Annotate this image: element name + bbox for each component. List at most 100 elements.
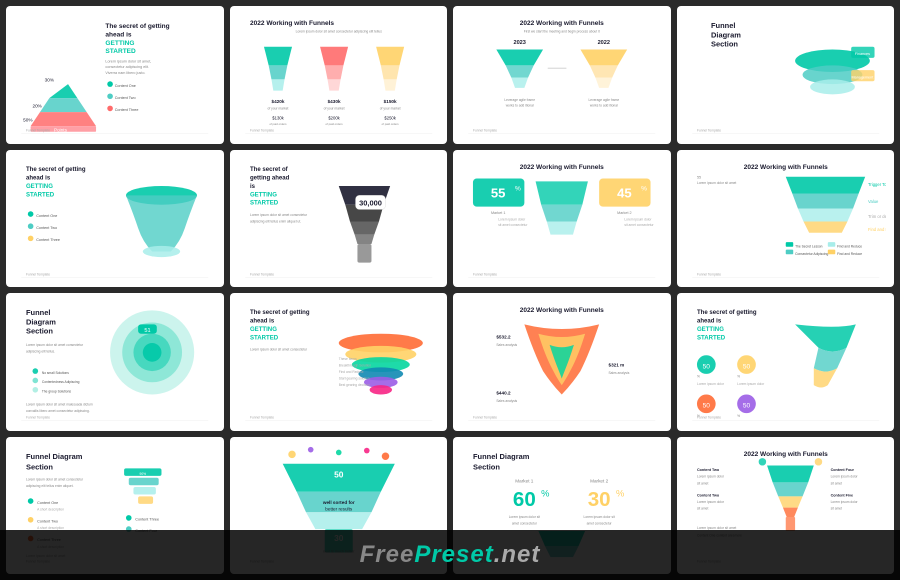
svg-text:Funnel: Funnel — [26, 308, 50, 317]
svg-text:Finances: Finances — [854, 52, 869, 56]
svg-text:Funnel Template: Funnel Template — [249, 129, 273, 133]
svg-text:These Items: These Items — [338, 357, 356, 361]
svg-text:%: % — [696, 375, 699, 379]
svg-text:30: 30 — [588, 487, 611, 510]
svg-text:Funnel Template: Funnel Template — [696, 416, 720, 420]
svg-text:Content Two: Content Two — [115, 96, 136, 100]
svg-text:Breakthrough Solution: Breakthrough Solution — [338, 363, 370, 367]
svg-text:The secret of getting: The secret of getting — [249, 310, 309, 316]
svg-text:Find and Reduse: Find and Reduse — [338, 370, 363, 374]
svg-text:Lorem ipsum dolor sit: Lorem ipsum dolor sit — [509, 514, 540, 518]
svg-text:Content Three: Content Three — [36, 238, 60, 242]
svg-text:The secret of: The secret of — [249, 167, 288, 173]
svg-text:$532.2: $532.2 — [496, 334, 511, 339]
svg-text:sit amet: sit amet — [830, 506, 842, 510]
svg-text:Market 1: Market 1 — [515, 478, 534, 483]
slide-3: 2022 Working with Funnels First we start… — [453, 6, 671, 144]
svg-text:$200k: $200k — [328, 116, 340, 121]
svg-text:of your market: of your market — [323, 106, 344, 110]
svg-text:Funnel Template: Funnel Template — [473, 272, 497, 276]
svg-text:20%: 20% — [33, 103, 42, 108]
svg-text:%: % — [641, 185, 647, 192]
svg-text:Funnel Template: Funnel Template — [26, 416, 50, 420]
svg-text:Content Two: Content Two — [36, 226, 57, 230]
svg-text:Contentedness Adipiscing: Contentedness Adipiscing — [42, 380, 80, 384]
svg-text:55: 55 — [491, 185, 506, 200]
svg-text:%: % — [737, 375, 740, 379]
svg-text:Content Three: Content Three — [115, 108, 139, 112]
svg-text:$430k: $430k — [327, 99, 340, 104]
svg-text:amet consectetur: amet consectetur — [587, 521, 613, 525]
svg-text:STARTED: STARTED — [249, 335, 278, 341]
svg-text:%: % — [541, 488, 549, 498]
svg-text:Funnel Diagram: Funnel Diagram — [26, 452, 83, 461]
svg-text:2022 Working with Funnels: 2022 Working with Funnels — [520, 164, 604, 171]
svg-text:%: % — [616, 488, 624, 498]
svg-text:50: 50 — [742, 363, 750, 370]
svg-text:GETTING: GETTING — [26, 183, 53, 189]
svg-text:$420k: $420k — [271, 99, 284, 104]
svg-text:60: 60 — [513, 487, 536, 510]
svg-text:Find and Reduce: Find and Reduce — [837, 244, 862, 248]
svg-text:Lorem ipsum dolor: Lorem ipsum dolor — [696, 382, 724, 386]
svg-text:Management: Management — [851, 75, 873, 79]
svg-text:Section: Section — [473, 462, 500, 471]
slide-8: 2022 Working with Funnels 55 Lorem ipsum… — [677, 150, 895, 288]
svg-text:Start gearing solution: Start gearing solution — [338, 377, 369, 381]
svg-text:Funnel Template: Funnel Template — [26, 129, 50, 133]
svg-text:STARTED: STARTED — [105, 48, 136, 55]
svg-text:The group Solutions: The group Solutions — [42, 390, 72, 394]
svg-text:Diagram: Diagram — [710, 30, 740, 39]
svg-text:45: 45 — [617, 185, 632, 200]
svg-text:Lorem ipsum dolor: Lorem ipsum dolor — [498, 217, 526, 221]
svg-text:Lorem ipsum dolor sit amet,: Lorem ipsum dolor sit amet, — [105, 60, 151, 64]
svg-text:Find and Reduce: Find and Reduce — [837, 252, 862, 256]
svg-text:$321 m: $321 m — [608, 362, 624, 367]
svg-text:The secret of getting: The secret of getting — [26, 167, 86, 173]
svg-text:Market 1: Market 1 — [491, 211, 505, 215]
svg-text:Lorem ipsum dolor sit amet con: Lorem ipsum dolor sit amet consectetur — [249, 212, 307, 216]
svg-text:Viverra nam libero justo.: Viverra nam libero justo. — [105, 71, 145, 75]
svg-text:sit amet consectetur: sit amet consectetur — [498, 223, 528, 227]
svg-text:GETTING: GETTING — [249, 327, 276, 333]
svg-text:2023: 2023 — [513, 40, 525, 46]
svg-text:Leverage agile frame: Leverage agile frame — [504, 98, 535, 102]
svg-text:Lorem ipsum dolor: Lorem ipsum dolor — [696, 474, 724, 478]
svg-text:of paid orders: of paid orders — [325, 122, 343, 126]
svg-text:Find and Reduse: Find and Reduse — [867, 226, 886, 231]
slide-4: Funnel Diagram Section Finances Manageme… — [677, 6, 895, 144]
svg-text:2022 Working with Funnels: 2022 Working with Funnels — [520, 20, 604, 27]
svg-text:Funnel: Funnel — [710, 21, 734, 30]
svg-text:$250k: $250k — [384, 116, 396, 121]
svg-text:Value: Value — [867, 198, 878, 203]
svg-text:50: 50 — [702, 403, 710, 410]
svg-text:STARTED: STARTED — [26, 192, 55, 198]
svg-text:Funnel Template: Funnel Template — [473, 129, 497, 133]
svg-text:ahead is: ahead is — [696, 318, 721, 324]
svg-text:Content Five: Content Five — [830, 493, 853, 497]
svg-text:convallis libero amet consecte: convallis libero amet consectetur adipis… — [26, 409, 90, 413]
svg-text:Content Two: Content Two — [696, 468, 719, 472]
svg-text:amet consectetur: amet consectetur — [512, 521, 538, 525]
slide-11: 2022 Working with Funnels $532.2 Sales a… — [453, 293, 671, 431]
svg-text:Lorem ipsum dolor sit amet: Lorem ipsum dolor sit amet — [696, 526, 735, 530]
svg-text:Content One: Content One — [115, 84, 136, 88]
svg-text:Funnel Template: Funnel Template — [249, 416, 273, 420]
svg-text:Funnel Template: Funnel Template — [696, 272, 720, 276]
svg-text:Funnel Template: Funnel Template — [249, 272, 273, 276]
svg-text:well sorted for: well sorted for — [321, 499, 354, 504]
svg-text:Content Two: Content Two — [37, 519, 58, 523]
svg-text:A short description: A short description — [37, 526, 64, 530]
svg-text:Funnel Template: Funnel Template — [26, 272, 50, 276]
svg-text:Content Four: Content Four — [830, 468, 854, 472]
svg-text:Sales analysis: Sales analysis — [608, 371, 629, 375]
svg-text:2022 Working with Funnels: 2022 Working with Funnels — [520, 307, 604, 314]
svg-text:Content Three: Content Three — [135, 517, 159, 521]
svg-text:50%: 50% — [23, 117, 32, 122]
svg-text:50: 50 — [702, 363, 710, 370]
svg-text:Lorem ipsum dolor: Lorem ipsum dolor — [737, 382, 765, 386]
watermark-text: FreePreset.net — [360, 541, 541, 569]
watermark: FreePreset.net — [0, 530, 900, 580]
svg-text:Section: Section — [710, 40, 737, 49]
slide-2: 2022 Working with Funnels Lorem ipsum do… — [230, 6, 448, 144]
